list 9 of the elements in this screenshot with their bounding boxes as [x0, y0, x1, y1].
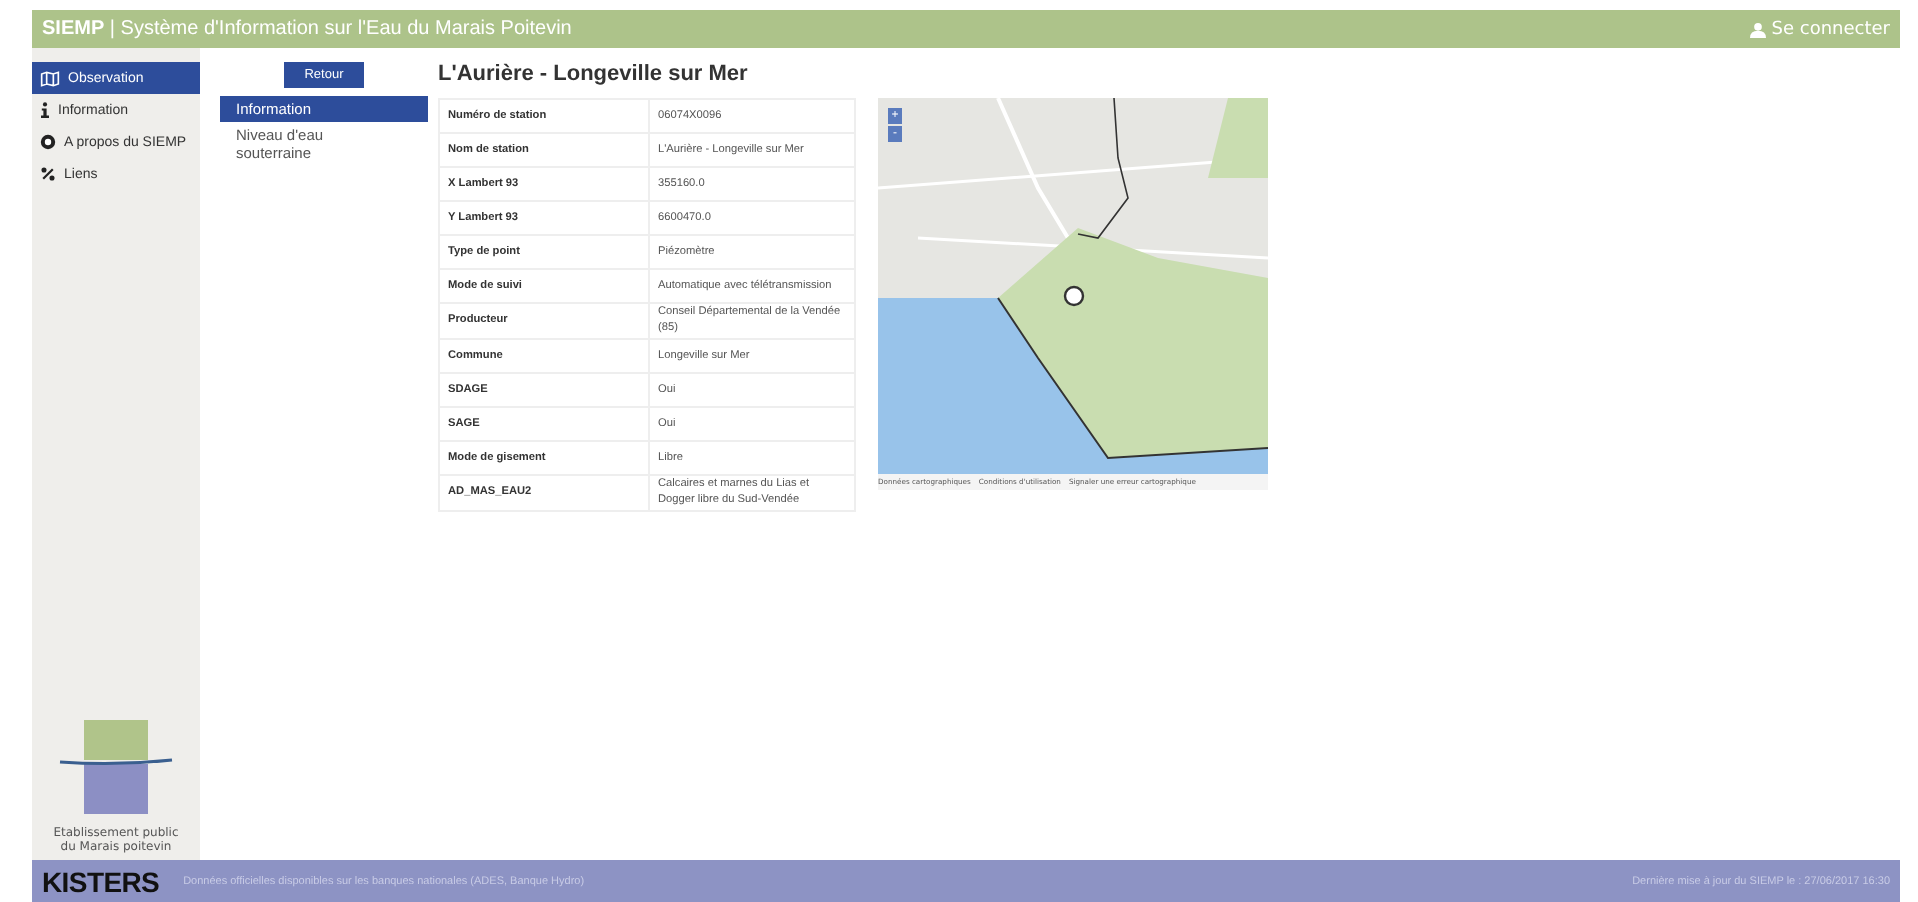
institution-logo [56, 720, 176, 820]
user-icon [1749, 21, 1766, 37]
info-icon [40, 102, 50, 118]
kisters-logo: KISTERS [42, 865, 160, 897]
station-title: L'Aurière - Longeville sur Mer [438, 62, 750, 86]
circle-icon [40, 134, 56, 150]
map-icon [40, 69, 60, 87]
site-title: SIEMP | Système d'Information sur l'Eau du Marais Poitevin [42, 18, 572, 40]
link-icon [40, 166, 56, 182]
